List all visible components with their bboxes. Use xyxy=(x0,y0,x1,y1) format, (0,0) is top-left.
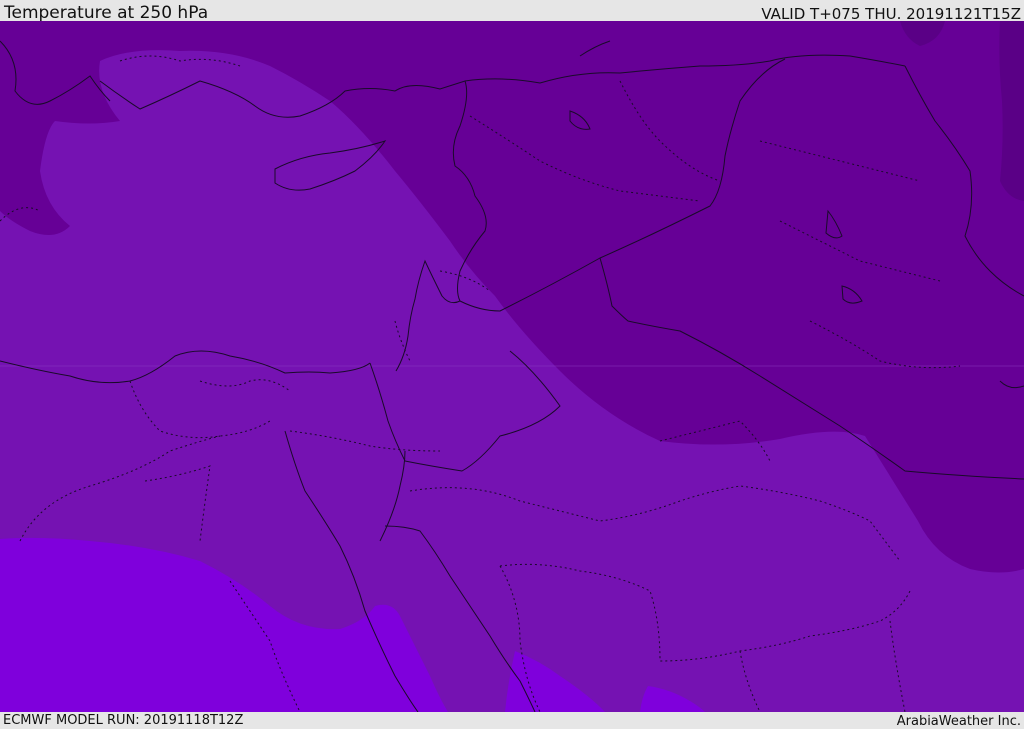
footer-bar: ECMWF MODEL RUN: 20191118T12Z ArabiaWeat… xyxy=(0,712,1024,729)
valid-time-label: VALID T+075 THU. 20191121T15Z xyxy=(761,5,1021,23)
temperature-map[interactable] xyxy=(0,21,1024,712)
model-run-label: ECMWF MODEL RUN: 20191118T12Z xyxy=(3,713,244,728)
header-bar: Temperature at 250 hPa VALID T+075 THU. … xyxy=(0,0,1024,23)
credit-label: ArabiaWeather Inc. xyxy=(896,714,1021,729)
temperature-band-darkest xyxy=(999,21,1024,201)
map-title: Temperature at 250 hPa xyxy=(4,3,209,23)
map-panel[interactable] xyxy=(0,21,1024,712)
